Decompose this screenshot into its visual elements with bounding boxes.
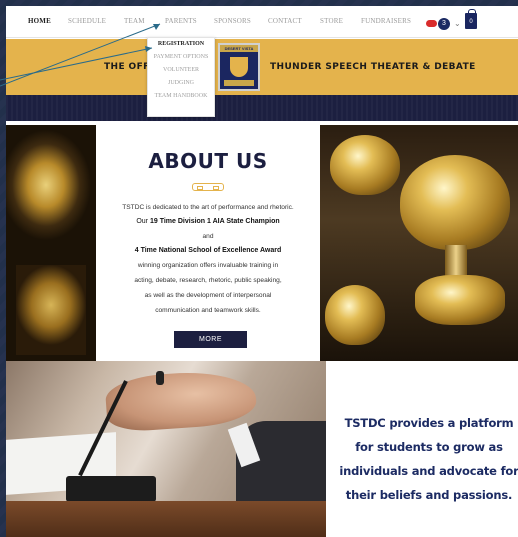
tagline-line: TSTDC provides a platform — [344, 416, 514, 430]
crest-band — [224, 80, 254, 86]
shopping-bag-icon[interactable]: 0 — [465, 9, 477, 29]
nav-team[interactable]: TEAM — [124, 17, 145, 25]
dropdown-item-payment-options[interactable]: PAYMENT OPTIONS — [148, 51, 214, 64]
about-title: ABOUT US — [148, 149, 268, 173]
about-text-line: acting, debate, research, rhetoric, publ… — [134, 277, 282, 284]
about-text-line: communication and teamwork skills. — [155, 307, 261, 314]
tagline-line: individuals and advocate for — [339, 464, 518, 478]
microphone-base — [66, 476, 156, 502]
podium-shape — [6, 501, 326, 537]
chat-icon[interactable] — [426, 20, 437, 27]
crest-label: DESERT VISTA — [220, 45, 258, 52]
about-text-line: as well as the development of interperso… — [144, 292, 272, 299]
tagline-line: their beliefs and passions. — [345, 488, 513, 502]
more-button[interactable]: MORE — [174, 331, 247, 348]
platform-tagline: TSTDC provides a platform for students t… — [334, 411, 518, 507]
about-card: ABOUT US TSTDC is dedicated to the art o… — [96, 131, 320, 357]
header-banner: THE OFFI DESERT VISTA THUNDER SPEECH THE… — [6, 39, 518, 95]
chevron-down-icon[interactable]: ⌄ — [454, 19, 461, 28]
about-line2-bold: 19 Time Division 1 AIA State Champion — [149, 218, 280, 225]
dropdown-item-team-handbook[interactable]: TEAM HANDBOOK — [148, 90, 214, 103]
nav-fundraisers[interactable]: FUNDRAISERS — [361, 17, 411, 25]
school-crest-logo[interactable]: DESERT VISTA — [218, 43, 260, 91]
about-line2-prefix: Our — [136, 218, 150, 225]
website: HOME SCHEDULE TEAM PARENTS SPONSORS CONT… — [6, 6, 518, 537]
nav-store[interactable]: STORE — [320, 17, 343, 25]
about-text-line: and — [202, 233, 214, 240]
trophy-image-left — [6, 125, 96, 361]
trophy-cup — [330, 135, 400, 195]
about-section: ABOUT US TSTDC is dedicated to the art o… — [6, 121, 518, 361]
about-text-line: 4 Time National School of Excellence Awa… — [134, 247, 282, 254]
trophy-image-right — [320, 125, 518, 361]
banner-title-right: THUNDER SPEECH THEATER & DEBATE — [270, 62, 476, 72]
nav-home[interactable]: HOME — [28, 17, 51, 25]
navy-strip — [6, 95, 518, 121]
microphone-icon — [156, 371, 164, 385]
about-text-line: winning organization offers invaluable t… — [137, 262, 279, 269]
top-nav: HOME SCHEDULE TEAM PARENTS SPONSORS CONT… — [6, 6, 518, 38]
dropdown-item-judging[interactable]: JUDGING — [148, 77, 214, 90]
tagline-line: for students to grow as — [355, 440, 503, 454]
trophy-cup — [325, 285, 385, 345]
about-text-line: TSTDC is dedicated to the art of perform… — [122, 204, 294, 211]
platform-section: TSTDC provides a platform for students t… — [6, 361, 518, 537]
cart-count: 0 — [469, 19, 473, 25]
parents-dropdown-menu: REGISTRATION PAYMENT OPTIONS VOLUNTEER J… — [147, 37, 215, 117]
hand-shape — [104, 367, 258, 434]
trophy-cup — [415, 275, 505, 325]
dropdown-item-volunteer[interactable]: VOLUNTEER — [148, 64, 214, 77]
speaker-image — [6, 361, 326, 537]
dropdown-item-registration[interactable]: REGISTRATION — [148, 38, 214, 51]
ornament-divider-icon — [192, 183, 224, 191]
shield-icon — [230, 57, 248, 77]
nav-parents[interactable]: PARENTS — [165, 17, 197, 25]
nav-schedule[interactable]: SCHEDULE — [68, 17, 106, 25]
notification-badge[interactable]: 3 — [438, 18, 450, 30]
nav-sponsors[interactable]: SPONSORS — [214, 17, 251, 25]
about-text-line: Our 19 Time Division 1 AIA State Champio… — [96, 218, 320, 225]
trophy-cup — [400, 155, 510, 250]
nav-contact[interactable]: CONTACT — [268, 17, 302, 25]
